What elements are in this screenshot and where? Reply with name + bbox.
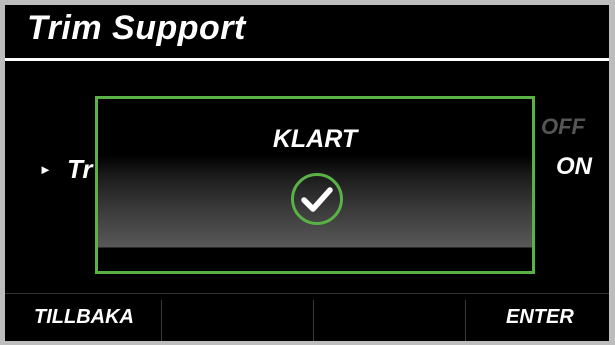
back-button[interactable]: TILLBAKA <box>34 294 134 341</box>
menu-row-label: Tr <box>67 154 93 184</box>
softkey-divider <box>161 300 162 341</box>
page-title: Trim Support <box>27 9 246 47</box>
dialog-message: KLART <box>272 125 358 153</box>
confirmation-dialog: KLART <box>95 96 535 274</box>
checkmark-circle-icon <box>291 173 343 225</box>
selection-arrow-icon: ► <box>39 162 52 177</box>
softkey-divider <box>313 300 314 341</box>
option-off[interactable]: OFF <box>541 114 585 140</box>
softkey-bar: TILLBAKA ENTER <box>5 294 609 341</box>
device-screen: Trim Support ► Tr OFF ON KLART TILLBAKA … <box>5 5 609 341</box>
option-on[interactable]: ON <box>556 153 592 181</box>
enter-button[interactable]: ENTER <box>506 294 574 341</box>
title-divider <box>5 58 609 61</box>
softkey-divider <box>465 300 466 341</box>
